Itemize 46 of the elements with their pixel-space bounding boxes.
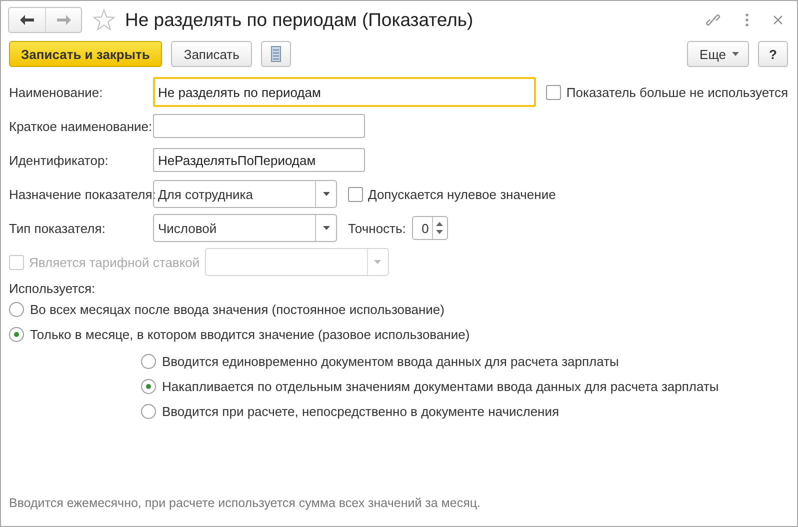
dropdown-field[interactable]: Для сотрудника bbox=[153, 180, 337, 208]
caret-icon[interactable] bbox=[322, 192, 330, 196]
window-title: Не разделять по периодам (Показатель) bbox=[125, 9, 474, 31]
radio-button[interactable] bbox=[9, 302, 24, 317]
field-label: Краткое наименование: bbox=[9, 118, 153, 134]
radio-label: Накапливается по отдельным значениям документами ввода данных для расчета зарплаты bbox=[162, 379, 719, 394]
radio-button[interactable] bbox=[141, 354, 156, 369]
checkbox-label: Показатель больше не используется bbox=[566, 84, 788, 100]
back-button[interactable] bbox=[20, 15, 34, 25]
forward-button[interactable] bbox=[56, 15, 70, 25]
checkbox-label: Является тарифной ставкой bbox=[29, 254, 200, 270]
list-button[interactable] bbox=[271, 46, 282, 62]
save-button[interactable]: Записать bbox=[170, 41, 252, 67]
field-label: Тип показателя: bbox=[9, 220, 106, 236]
radio-label: Вводится единовременно документом ввода данных для расчета зарплаты bbox=[162, 354, 619, 369]
close-icon[interactable] bbox=[773, 15, 783, 25]
save-and-close-button[interactable]: Записать и закрыть bbox=[9, 41, 162, 67]
dropdown-field[interactable]: Числовой bbox=[153, 214, 337, 242]
more-vertical-icon[interactable] bbox=[745, 13, 749, 27]
section-label: Используется: bbox=[9, 281, 96, 297]
field-label: Наименование: bbox=[9, 84, 104, 100]
star-icon[interactable] bbox=[93, 9, 115, 31]
hint-text: Вводится ежемесячно, при расчете используется сумма всех значений за месяц. bbox=[9, 496, 482, 510]
radio-label: Во всех месяцах после ввода значения (постоянное использование) bbox=[30, 302, 444, 317]
caret-icon bbox=[732, 52, 739, 56]
text-field[interactable]: Не разделять по периодам bbox=[153, 77, 536, 107]
field-label: Назначение показателя: bbox=[9, 186, 153, 202]
text-field[interactable] bbox=[153, 114, 365, 138]
more-button[interactable]: Еще bbox=[686, 41, 749, 67]
number-spinner[interactable]: 0 bbox=[412, 216, 448, 240]
radio-label: Вводится при расчете, непосредственно в документе начисления bbox=[162, 404, 560, 419]
checkbox[interactable] bbox=[348, 186, 363, 202]
field-label: Точность: bbox=[348, 220, 406, 236]
checkbox-label: Допускается нулевое значение bbox=[368, 186, 556, 202]
text-field[interactable]: НеРазделятьПоПериодам bbox=[153, 148, 365, 172]
radio-button[interactable] bbox=[9, 327, 24, 342]
spin-arrows-icon[interactable] bbox=[436, 221, 444, 235]
caret-icon bbox=[374, 260, 382, 264]
link-icon[interactable] bbox=[705, 12, 721, 28]
caret-icon[interactable] bbox=[322, 226, 330, 230]
help-button[interactable]: ? bbox=[758, 41, 788, 67]
field-label: Идентификатор: bbox=[9, 152, 110, 168]
radio-button[interactable] bbox=[141, 404, 156, 419]
checkbox[interactable] bbox=[546, 84, 562, 100]
radio-button[interactable] bbox=[141, 379, 156, 394]
radio-label: Только в месяце, в котором вводится значение (разовое использование) bbox=[30, 327, 470, 342]
